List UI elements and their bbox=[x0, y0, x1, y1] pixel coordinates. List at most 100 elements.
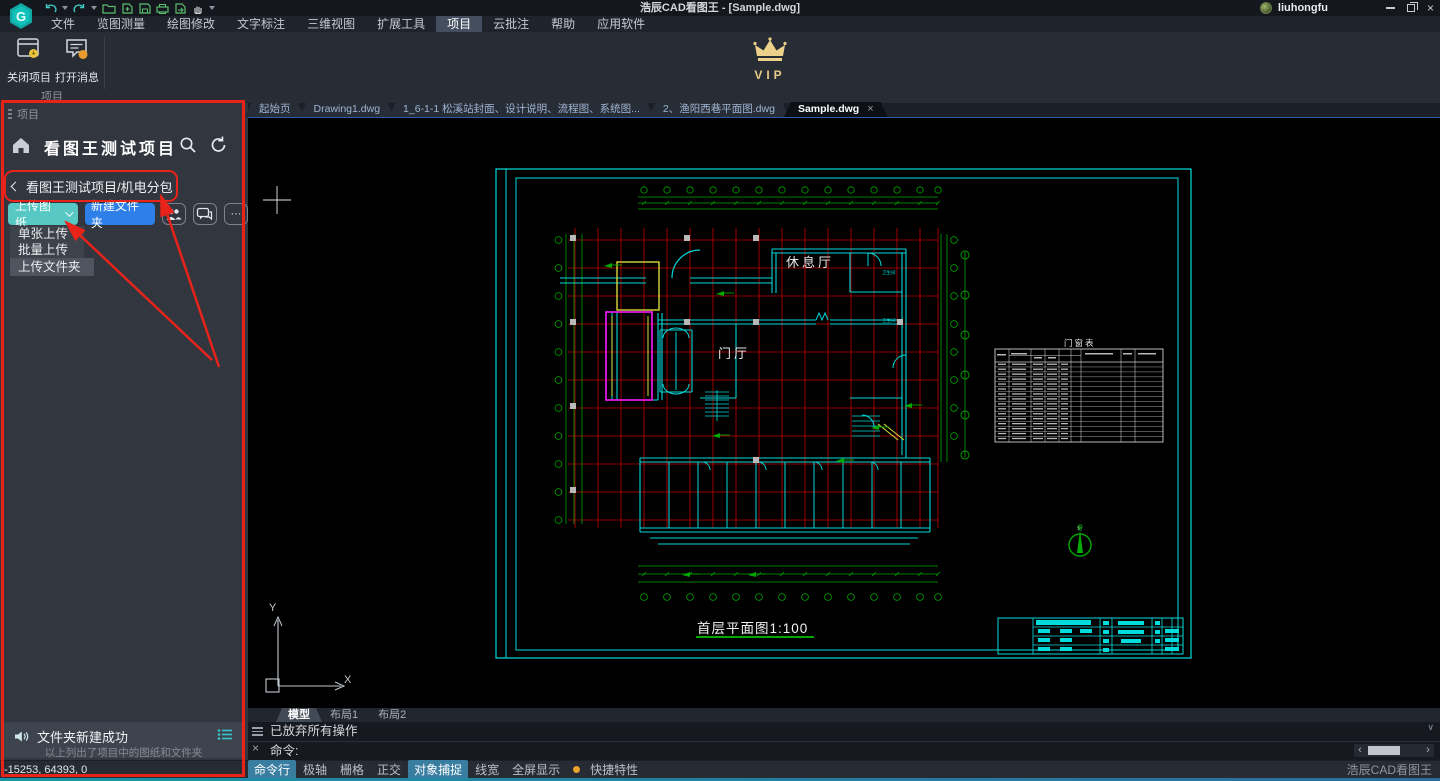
tab-layout2[interactable]: 布局2 bbox=[366, 708, 418, 722]
user-chip[interactable]: liuhongfu bbox=[1259, 1, 1328, 15]
tab-yuyang-plan[interactable]: 2、渔阳西巷平面图.dwg bbox=[649, 102, 789, 117]
toggle-fullscreen[interactable]: 全屏显示 bbox=[506, 760, 566, 779]
coordinate-readout: -15253, 64393, 0 bbox=[4, 763, 88, 776]
menu-3d-view[interactable]: 三维视图 bbox=[296, 16, 366, 32]
layout-tab-bar: 模型 布局1 布局2 bbox=[248, 708, 1440, 722]
menu-view-measure[interactable]: 览图测量 bbox=[86, 16, 156, 32]
list-icon[interactable] bbox=[217, 728, 233, 746]
scroll-down-icon[interactable]: ∨ bbox=[1427, 722, 1434, 733]
menu-bar: 文件 览图测量 绘图修改 文字标注 三维视图 扩展工具 项目 云批注 帮助 应用… bbox=[0, 16, 1440, 46]
toggle-polar[interactable]: 极轴 bbox=[297, 760, 333, 779]
cad-canvas[interactable]: 休息厅 门厅 卫生间 卫生间 首层平面图1:100 门窗表 北 Y X bbox=[248, 118, 1440, 708]
tab-model[interactable]: 模型 bbox=[276, 708, 322, 722]
menu-app-software[interactable]: 应用软件 bbox=[586, 16, 656, 32]
north-label: 北 bbox=[1077, 525, 1082, 532]
toggle-quick-properties[interactable]: 快捷特性 bbox=[584, 760, 644, 779]
room-label-washroom-1: 卫生间 bbox=[882, 269, 896, 276]
brand-label: 浩辰CAD看图王 bbox=[1346, 763, 1432, 777]
room-label-washroom-2: 卫生间 bbox=[882, 317, 896, 324]
ucs-x-label: X bbox=[344, 674, 352, 686]
ribbon-group-label: 项目 bbox=[41, 91, 63, 103]
command-menu-icon[interactable] bbox=[252, 727, 266, 736]
new-folder-button[interactable]: 新建文件夹 bbox=[84, 199, 155, 230]
toast-subtitle: 以上列出了项目中的图纸和文件夹 bbox=[44, 747, 203, 759]
toggle-grid[interactable]: 栅格 bbox=[334, 760, 370, 779]
tab-songxi-station[interactable]: 1_6-1-1 松溪站封面、设计说明、流程图、系统图... bbox=[389, 102, 654, 117]
command-divider bbox=[248, 741, 1440, 742]
menu-help[interactable]: 帮助 bbox=[540, 16, 586, 32]
menu-draw-modify[interactable]: 绘图修改 bbox=[156, 16, 226, 32]
panel-header: 项目 bbox=[8, 106, 39, 122]
upload-dropdown-menu: 单张上传 批量上传 上传文件夹 bbox=[10, 226, 94, 276]
ucs-icon bbox=[265, 615, 346, 693]
breadcrumb[interactable]: 看图王测试项目/机电分包 bbox=[10, 177, 173, 196]
project-title-row: 看图王测试项目 bbox=[0, 133, 248, 161]
menu-item-batch-upload[interactable]: 批量上传 bbox=[10, 242, 84, 258]
people-icon bbox=[166, 208, 182, 220]
toast-title: 文件夹新建成功 bbox=[37, 730, 129, 745]
close-project-icon bbox=[17, 38, 39, 58]
window-title: 浩辰CAD看图王 - [Sample.dwg] bbox=[639, 2, 801, 14]
quick-properties-dot-icon bbox=[573, 766, 581, 773]
minimize-icon[interactable] bbox=[1385, 7, 1395, 9]
crown-icon bbox=[753, 37, 787, 61]
menu-item-single-upload[interactable]: 单张上传 bbox=[10, 226, 84, 242]
svg-text:G: G bbox=[16, 9, 26, 24]
toggle-lineweight[interactable]: 线宽 bbox=[469, 760, 505, 779]
scroll-right-icon[interactable]: › bbox=[1422, 744, 1434, 757]
menu-item-upload-folder[interactable]: 上传文件夹 bbox=[10, 258, 94, 276]
highlight-rectangles bbox=[605, 261, 905, 441]
main-area: 项目 看图王测试项目 看图王测试项目/机电分包 上传图纸 新建文件夹 ··· 单… bbox=[0, 103, 1440, 760]
command-line-panel[interactable]: × 已放弃所有操作 命令: ∨ ‹ › bbox=[248, 722, 1440, 760]
app-logo-icon[interactable]: G bbox=[6, 1, 36, 36]
speaker-icon bbox=[15, 731, 29, 742]
chat-icon bbox=[197, 207, 213, 221]
new-folder-label: 新建文件夹 bbox=[90, 199, 139, 230]
user-name: liuhongfu bbox=[1277, 2, 1328, 14]
vip-badge[interactable]: VIP bbox=[752, 37, 788, 82]
scrollbar-thumb[interactable] bbox=[1368, 746, 1400, 755]
more-button[interactable]: ··· bbox=[223, 203, 249, 225]
toggle-ortho[interactable]: 正交 bbox=[371, 760, 407, 779]
upload-drawing-button[interactable]: 上传图纸 bbox=[8, 199, 78, 230]
open-message-button[interactable]: 打开消息 bbox=[54, 36, 100, 85]
app-window: G 浩辰CAD看图王 - [Sample.dwg] liuhongfu × 文件… bbox=[0, 0, 1440, 781]
search-icon[interactable] bbox=[178, 135, 198, 160]
tab-drawing1[interactable]: Drawing1.dwg bbox=[300, 102, 395, 117]
panel-grip-icon[interactable] bbox=[8, 109, 12, 119]
vip-label: VIP bbox=[754, 68, 786, 82]
message-button[interactable] bbox=[192, 203, 217, 225]
command-close-icon[interactable]: × bbox=[252, 742, 266, 754]
toggle-command-line[interactable]: 命令行 bbox=[248, 760, 297, 779]
members-button[interactable] bbox=[161, 203, 186, 225]
document-tab-bar: 起始页 Drawing1.dwg 1_6-1-1 松溪站封面、设计说明、流程图、… bbox=[248, 103, 1440, 118]
drawing-frame bbox=[495, 168, 1192, 659]
room-label-foyer: 门厅 bbox=[718, 346, 750, 361]
tab-sample-active[interactable]: Sample.dwg × bbox=[784, 102, 888, 117]
menu-extended-tools[interactable]: 扩展工具 bbox=[366, 16, 436, 32]
close-icon[interactable]: × bbox=[1427, 2, 1434, 14]
menu-text-annotate[interactable]: 文字标注 bbox=[226, 16, 296, 32]
command-hscrollbar[interactable]: ‹ › bbox=[1354, 744, 1434, 757]
close-project-button[interactable]: 关闭项目 bbox=[6, 36, 52, 85]
toggle-object-snap[interactable]: 对象捕捉 bbox=[408, 760, 469, 779]
more-icon: ··· bbox=[230, 208, 242, 220]
tab-close-icon[interactable]: × bbox=[867, 102, 873, 117]
menu-project[interactable]: 项目 bbox=[436, 16, 483, 32]
scrollbar-track[interactable] bbox=[1366, 746, 1422, 755]
tab-start-page[interactable]: 起始页 bbox=[245, 102, 305, 117]
project-title: 看图王测试项目 bbox=[44, 141, 178, 158]
back-icon[interactable] bbox=[10, 181, 21, 192]
command-prompt[interactable]: 命令: bbox=[270, 742, 298, 760]
scroll-left-icon[interactable]: ‹ bbox=[1354, 744, 1366, 757]
tab-layout1[interactable]: 布局1 bbox=[318, 708, 370, 722]
menu-file[interactable]: 文件 bbox=[40, 16, 86, 32]
floorplan-walls bbox=[560, 235, 931, 545]
door-window-schedule bbox=[994, 348, 1164, 443]
menu-cloud-annotation[interactable]: 云批注 bbox=[482, 16, 540, 32]
ribbon-separator bbox=[104, 37, 105, 89]
tab-sample-label: Sample.dwg bbox=[797, 103, 860, 115]
home-icon[interactable] bbox=[11, 136, 31, 159]
restore-icon[interactable] bbox=[1406, 2, 1418, 12]
refresh-icon[interactable] bbox=[209, 135, 229, 160]
